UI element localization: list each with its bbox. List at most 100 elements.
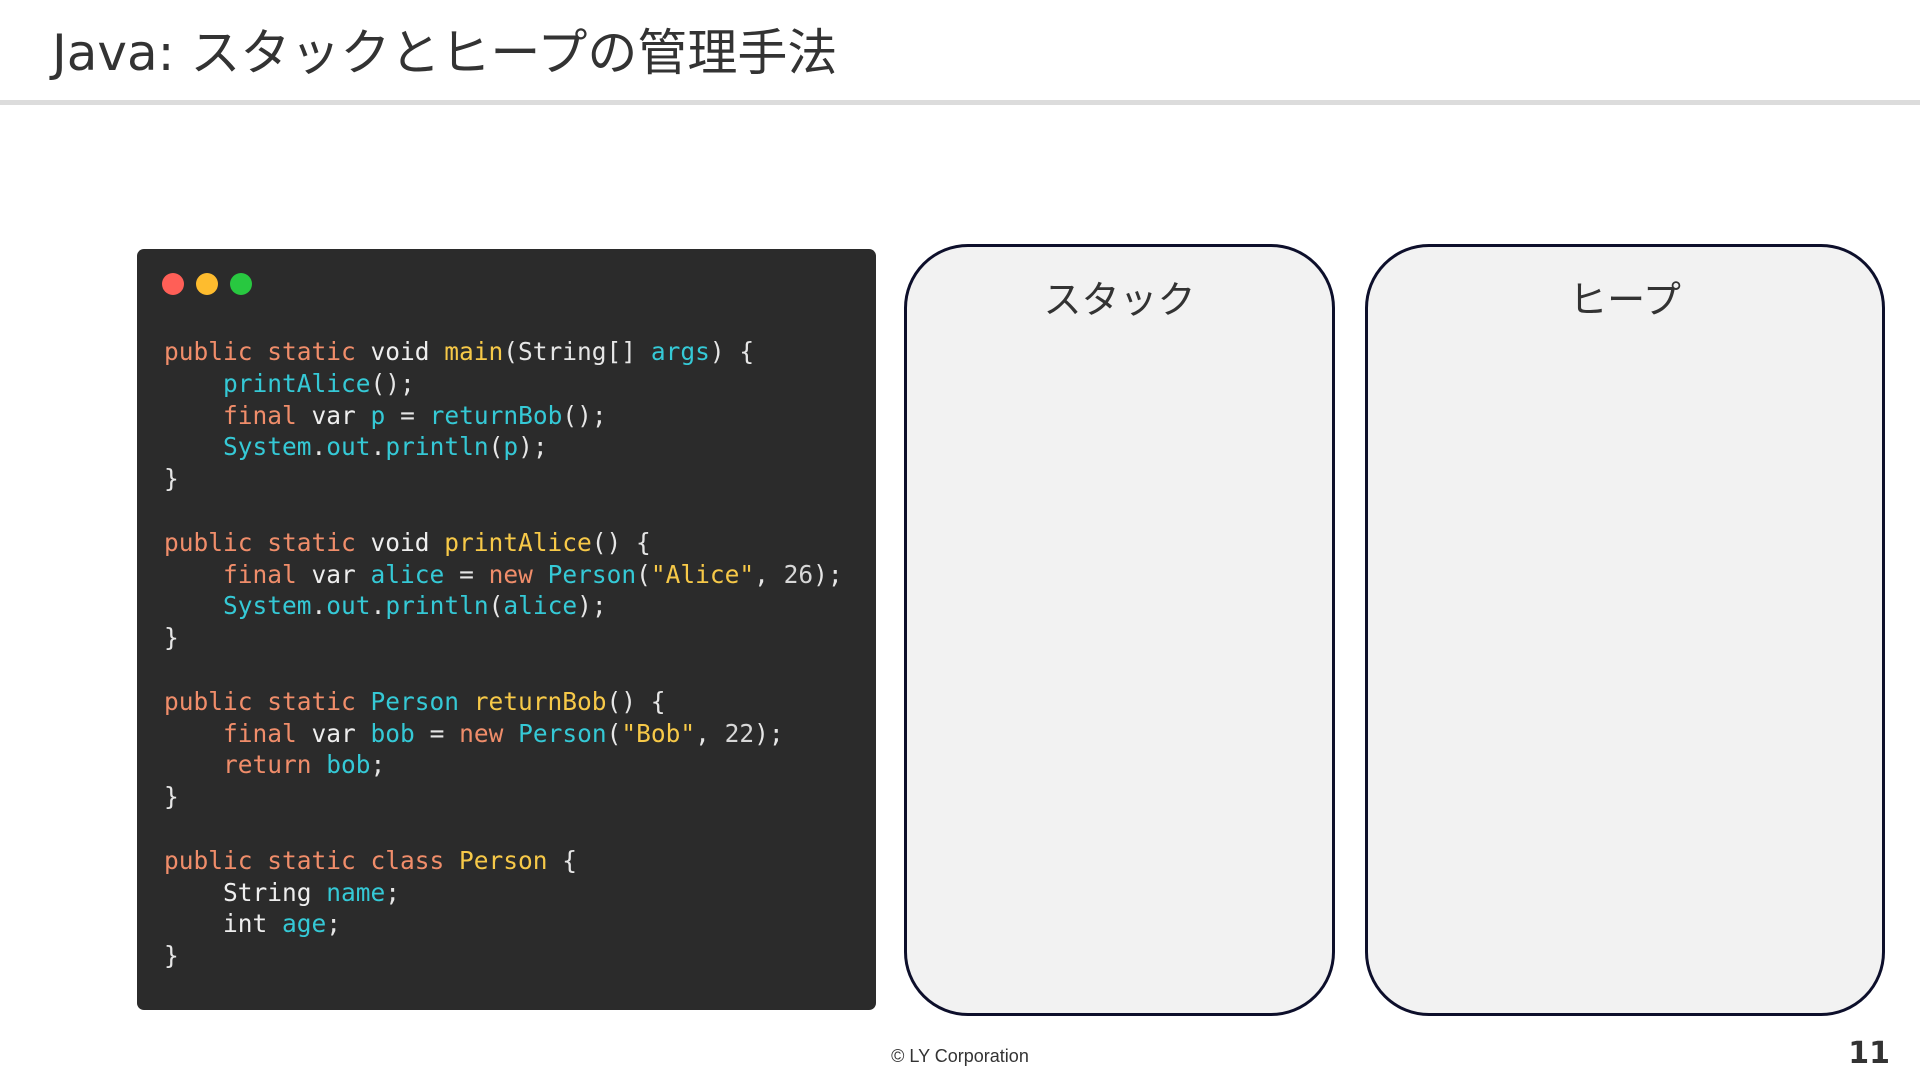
code-token: ) { [709,337,755,366]
java-code-block: public static void main(String[] args) {… [164,336,843,972]
code-token: public static [164,686,371,716]
code-token: ( [606,718,622,748]
code-token: alice [370,559,445,589]
code-line: System.out.println(p); [164,431,843,463]
code-token: printAlice [444,527,592,557]
code-token: returnBob [473,686,607,716]
code-token: void [370,527,445,557]
heap-panel: ヒープ [1365,244,1885,1016]
code-token: final [223,400,312,430]
code-token: void [370,337,445,366]
code-line: } [164,463,843,495]
code-token: (); [370,368,415,398]
code-token: bob [326,750,371,780]
code-token: out [326,432,371,462]
code-token: new [488,559,548,589]
code-token: . [370,432,386,462]
code-token: ); [577,591,607,621]
code-token: p [503,432,519,462]
code-token: var [311,718,371,748]
code-token: p [370,400,386,430]
code-token: , [754,559,784,589]
copyright-footer: © LY Corporation [891,1046,1029,1066]
code-token: . [370,591,386,621]
code-token: ; [326,909,342,939]
code-token: alice [503,591,578,621]
code-line: final var alice = new Person("Alice", 26… [164,559,843,591]
code-line: public static class Person { [164,845,843,877]
code-token: Person [370,686,474,716]
code-token: public static [164,337,371,366]
code-token: ( [488,432,504,462]
code-token: ); [813,559,843,589]
code-token: (); [562,400,607,430]
code-line: public static void printAlice() { [164,527,843,559]
code-token: new [459,718,519,748]
stack-panel: スタック [904,244,1335,1016]
code-window: public static void main(String[] args) {… [137,249,876,1010]
code-token: System [223,432,312,462]
window-maximize-dot-icon [230,273,252,295]
code-token: "Alice" [650,559,755,589]
code-token: public static class [164,845,460,875]
code-token: , [695,718,725,748]
code-line: } [164,940,843,972]
code-token: public static [164,527,371,557]
code-token: ; [385,877,401,907]
code-token: ); [518,432,548,462]
code-token: = [385,400,430,430]
code-token: return [223,750,327,780]
code-token: } [164,623,179,653]
code-line: System.out.println(alice); [164,590,843,622]
slide-title: Java: スタックとヒープの管理手法 [52,24,838,82]
code-line: final var p = returnBob(); [164,400,843,432]
code-token: ; [370,750,386,780]
code-token: ( [636,559,651,589]
code-token: String [223,877,327,907]
code-token: println [385,432,489,462]
code-token: out [326,591,371,621]
code-token: println [385,591,489,621]
window-minimize-dot-icon [196,273,218,295]
code-token: } [164,782,179,812]
code-token: = [444,559,489,589]
code-token: Person [547,559,637,589]
code-token: } [164,941,179,971]
code-line: public static void main(String[] args) { [164,336,843,368]
code-token: 26 [783,559,814,589]
code-token: bob [370,718,415,748]
code-token: () { [606,686,666,716]
code-line: int age; [164,908,843,940]
code-token: var [311,559,371,589]
code-line: } [164,622,843,654]
code-token: System [223,591,312,621]
code-token: . [311,591,327,621]
code-token: Person [518,718,607,748]
code-token: printAlice [223,368,371,398]
code-token: name [326,877,386,907]
title-divider [0,100,1920,105]
window-close-dot-icon [162,273,184,295]
code-token: () { [591,527,651,557]
code-line: public static Person returnBob() { [164,686,843,718]
page-number: 11 [1848,1036,1890,1071]
code-token: final [223,718,312,748]
heap-panel-label: ヒープ [1569,278,1681,322]
code-token: { [547,845,578,875]
code-line: String name; [164,877,843,909]
code-token: . [311,432,327,462]
code-token: args [650,337,710,366]
code-token: Person [459,845,548,875]
